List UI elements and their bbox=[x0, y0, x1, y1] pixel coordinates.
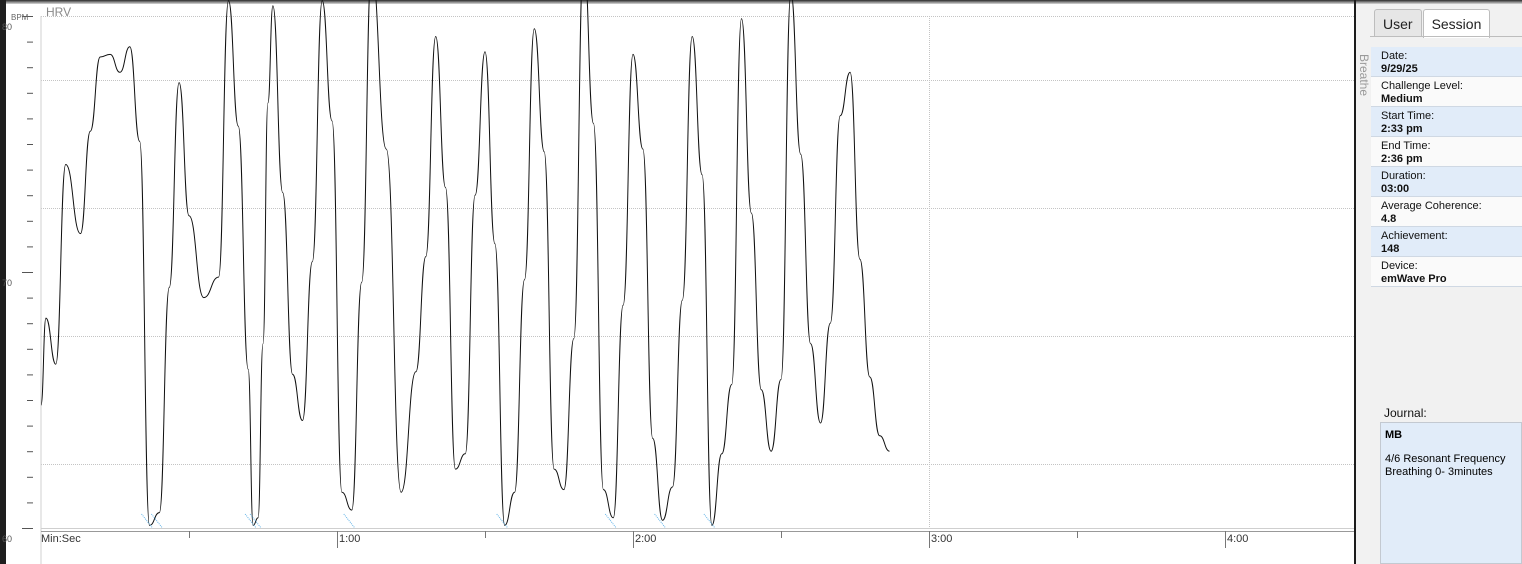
field-duration-value: 03:00 bbox=[1381, 183, 1410, 195]
clipped-trough-68 bbox=[703, 513, 716, 529]
hrv-chart: HRV BPM 80 70 60 Min:Sec 1:00 2:00 3:00 … bbox=[2, 0, 1354, 564]
clipped-trough-47 bbox=[496, 513, 509, 529]
field-device: Device: emWave Pro bbox=[1371, 257, 1522, 287]
journal-textarea[interactable]: MB 4/6 Resonant Frequency Breathing 0- 3… bbox=[1380, 422, 1522, 564]
y-axis-unit: BPM bbox=[11, 13, 29, 22]
field-average-coherence: Average Coherence: 4.8 bbox=[1371, 197, 1522, 227]
field-duration-label: Duration: bbox=[1381, 170, 1426, 182]
breathe-label[interactable]: Breathe bbox=[1357, 54, 1371, 96]
clipped-trough-63 bbox=[654, 513, 666, 529]
field-device-label: Device: bbox=[1381, 260, 1418, 272]
chart-title: HRV bbox=[46, 5, 72, 19]
clipped-trough-11 bbox=[141, 513, 153, 529]
session-details-list: Date: 9/29/25 Challenge Level: Medium St… bbox=[1371, 47, 1522, 287]
field-achievement: Achievement: 148 bbox=[1371, 227, 1522, 257]
hrv-chart-svg bbox=[22, 0, 1354, 564]
session-side-panel: User Session Date: 9/29/25 Challenge Lev… bbox=[1370, 4, 1522, 564]
y-tick-label-70: 70 bbox=[2, 278, 13, 288]
field-average-coherence-label: Average Coherence: bbox=[1381, 200, 1482, 212]
hrv-series-line bbox=[40, 0, 890, 526]
y-tick-label-60: 60 bbox=[2, 534, 13, 544]
y-tick-label-80: 80 bbox=[2, 22, 13, 32]
field-date-label: Date: bbox=[1381, 50, 1408, 62]
x-axis-label: Min:Sec bbox=[41, 533, 81, 545]
tab-user[interactable]: User bbox=[1374, 9, 1422, 36]
field-end-time: End Time: 2:36 pm bbox=[1371, 137, 1522, 167]
clipped-trough-22 bbox=[249, 513, 262, 529]
x-tick-label-3min: 3:00 bbox=[931, 533, 953, 545]
field-average-coherence-value: 4.8 bbox=[1381, 213, 1397, 225]
journal-label: Journal: bbox=[1384, 406, 1427, 420]
clipped-trough-12 bbox=[151, 513, 163, 529]
tab-underline bbox=[1370, 36, 1522, 37]
field-start-time-label: Start Time: bbox=[1381, 110, 1435, 122]
journal-entry-title: MB bbox=[1385, 429, 1403, 441]
clipped-trough-58 bbox=[604, 513, 617, 529]
field-end-time-value: 2:36 pm bbox=[1381, 153, 1423, 165]
x-tick-label-2min: 2:00 bbox=[635, 533, 657, 545]
field-achievement-label: Achievement: bbox=[1381, 230, 1448, 242]
field-duration: Duration: 03:00 bbox=[1371, 167, 1522, 197]
field-date: Date: 9/29/25 bbox=[1371, 47, 1522, 77]
field-achievement-value: 148 bbox=[1381, 243, 1400, 255]
panel-tabs: User Session bbox=[1374, 9, 1491, 38]
field-end-time-label: End Time: bbox=[1381, 140, 1431, 152]
field-challenge-level-label: Challenge Level: bbox=[1381, 80, 1463, 92]
field-challenge-level-value: Medium bbox=[1381, 93, 1423, 105]
field-device-value: emWave Pro bbox=[1381, 273, 1447, 285]
clipped-trough-21 bbox=[244, 513, 257, 529]
x-tick-label-4min: 4:00 bbox=[1227, 533, 1249, 545]
tab-session[interactable]: Session bbox=[1422, 9, 1491, 38]
field-challenge-level: Challenge Level: Medium bbox=[1371, 77, 1522, 107]
journal-entry-text: 4/6 Resonant Frequency Breathing 0- 3min… bbox=[1385, 453, 1506, 478]
field-date-value: 9/29/25 bbox=[1381, 63, 1418, 75]
x-tick-label-1min: 1:00 bbox=[339, 533, 361, 545]
field-start-time: Start Time: 2:33 pm bbox=[1371, 107, 1522, 137]
field-start-time-value: 2:33 pm bbox=[1381, 123, 1423, 135]
clipped-trough-33 bbox=[343, 513, 356, 529]
